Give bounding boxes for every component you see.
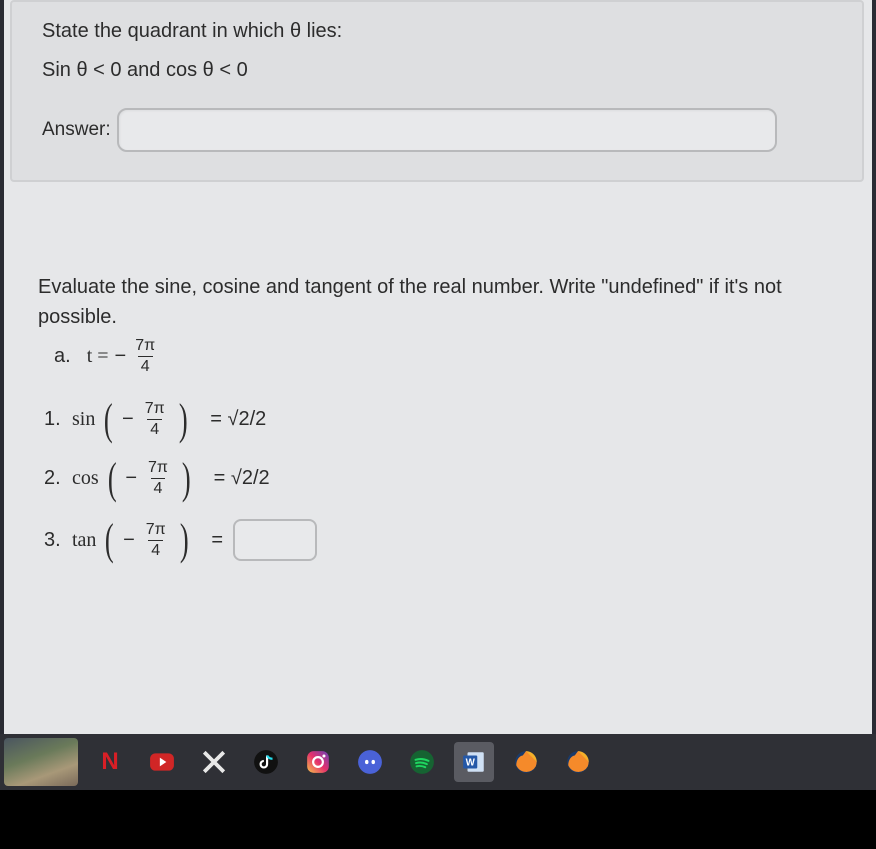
taskbar: N W: [0, 734, 876, 790]
instagram-icon[interactable]: [298, 742, 338, 782]
question1-prompt-line2: Sin θ < 0 and cos θ < 0: [42, 59, 838, 82]
minus-sign: −: [123, 529, 135, 552]
part-a: a. t = − 7π 4: [54, 338, 838, 375]
minus-sign: −: [115, 345, 127, 368]
page-content: State the quadrant in which θ lies: Sin …: [4, 0, 872, 734]
result-value: = √2/2: [214, 467, 270, 490]
discord-icon[interactable]: [350, 742, 390, 782]
fraction-7pi-4: 7π 4: [143, 522, 169, 559]
fraction-7pi-4: 7π 4: [142, 401, 168, 438]
question1-prompt-line1: State the quadrant in which θ lies:: [42, 20, 838, 43]
netflix-icon[interactable]: N: [90, 742, 130, 782]
black-border-bottom: [0, 790, 876, 849]
tiktok-icon[interactable]: [246, 742, 286, 782]
t-equals: t =: [87, 345, 109, 368]
answer-input[interactable]: [117, 108, 777, 152]
equation-row-sin: 1. sin ( − 7π 4 ) = √2/2: [44, 401, 838, 438]
equals-sign: =: [211, 529, 223, 552]
minus-sign: −: [122, 408, 134, 431]
row-index: 3.: [44, 529, 66, 552]
question2-prompt: Evaluate the sine, cosine and tangent of…: [38, 272, 838, 332]
svg-text:W: W: [466, 757, 476, 768]
function-name: tan: [72, 529, 96, 552]
left-paren: (: [108, 468, 117, 490]
left-paren: (: [104, 409, 113, 431]
equation-row-cos: 2. cos ( − 7π 4 ) = √2/2: [44, 460, 838, 497]
row-index: 1.: [44, 408, 66, 431]
minus-sign: −: [125, 467, 137, 490]
row-index: 2.: [44, 467, 66, 490]
question-2: Evaluate the sine, cosine and tangent of…: [4, 182, 872, 561]
fraction-7pi-4: 7π 4: [132, 338, 158, 375]
answer-row: Answer:: [42, 108, 838, 152]
function-name: sin: [72, 408, 95, 431]
firefox-icon[interactable]: [506, 742, 546, 782]
question-1: State the quadrant in which θ lies: Sin …: [10, 0, 864, 182]
fraction-7pi-4: 7π 4: [145, 460, 171, 497]
word-icon[interactable]: W: [454, 742, 494, 782]
spotify-icon[interactable]: [402, 742, 442, 782]
right-paren: ): [182, 468, 191, 490]
youtube-icon[interactable]: [142, 742, 182, 782]
firefox-dev-icon[interactable]: [558, 742, 598, 782]
answer-label: Answer:: [42, 119, 111, 141]
function-name: cos: [72, 467, 99, 490]
equation-row-tan: 3. tan ( − 7π 4 ) =: [44, 519, 838, 561]
desktop-thumbnail-icon[interactable]: [4, 738, 78, 786]
tan-answer-input[interactable]: [233, 519, 317, 561]
result-value: = √2/2: [210, 408, 266, 431]
x-twitter-icon[interactable]: [194, 742, 234, 782]
left-paren: (: [105, 529, 114, 551]
part-label: a.: [54, 345, 71, 368]
right-paren: ): [180, 529, 189, 551]
right-paren: ): [179, 409, 188, 431]
